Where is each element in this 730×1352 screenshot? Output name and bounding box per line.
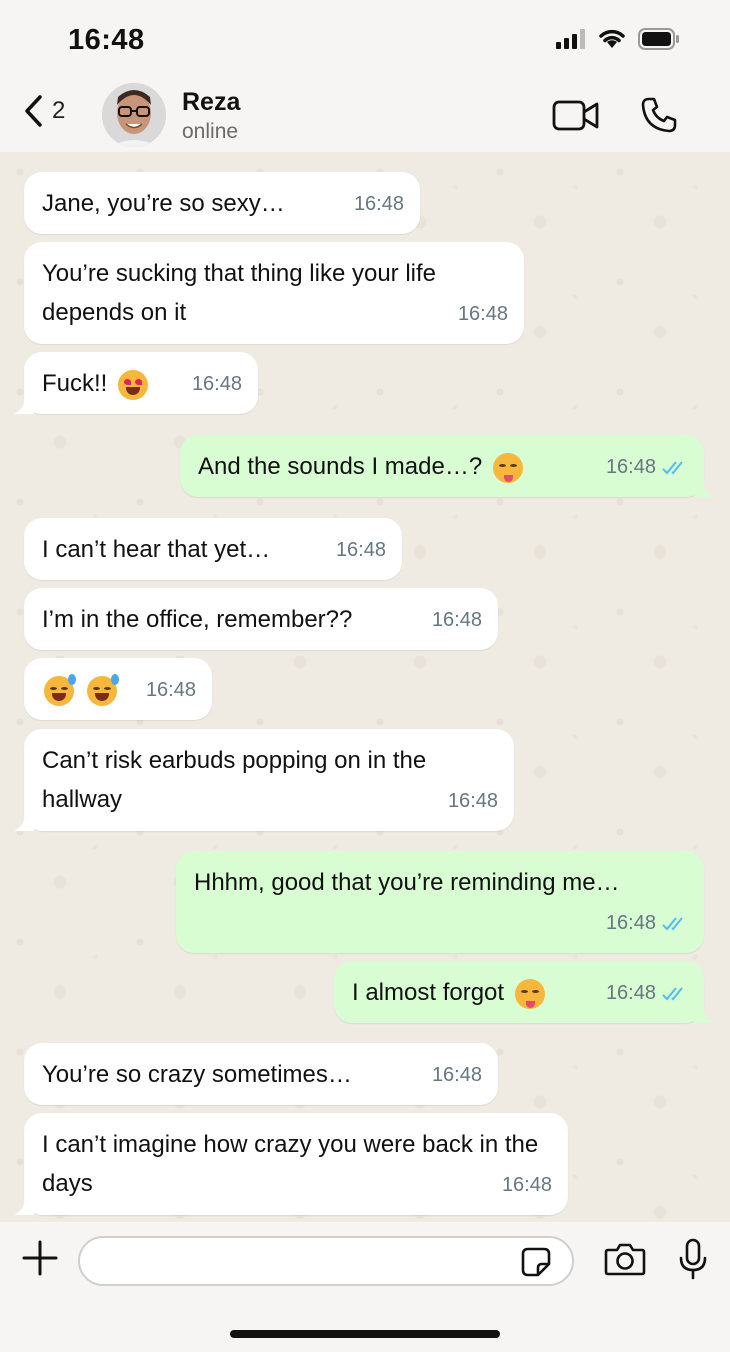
message-text: Can’t risk earbuds popping on in the hal… [42, 747, 427, 813]
bubble-tail [14, 396, 34, 414]
double-check-read-icon [662, 460, 683, 474]
back-button[interactable]: 2 [22, 94, 65, 128]
message-meta: 16:48 [432, 601, 482, 640]
message-meta: 16:48 [606, 448, 688, 487]
message-meta: 16:48 [192, 365, 242, 404]
message-bubble-incoming[interactable]: You’re sucking that thing like your life… [24, 242, 524, 344]
plus-icon [22, 1240, 58, 1276]
tongue-emoji [492, 452, 523, 483]
sweat-smile-emoji [86, 673, 119, 706]
home-indicator[interactable] [230, 1330, 500, 1338]
message-text: I almost forgot [352, 979, 505, 1006]
message-time: 16:48 [145, 679, 196, 701]
message-bubble-outgoing[interactable]: And the sounds I made…? 16:48 [180, 435, 714, 497]
double-check-read-icon [662, 986, 683, 1000]
double-check-read-icon [662, 916, 683, 930]
message-time: 16:48 [605, 456, 656, 478]
message-time: 16:48 [191, 373, 242, 395]
avatar-image [102, 83, 166, 147]
message-bubble-incoming[interactable]: I’m in the office, remember?? 16:48 [24, 588, 498, 650]
message-bubble-incoming[interactable]: Can’t risk earbuds popping on in the hal… [14, 729, 514, 831]
chat-area[interactable]: Jane, you’re so sexy… 16:48 You’re sucki… [0, 152, 730, 1222]
cellular-signal-icon [556, 29, 585, 49]
video-camera-icon [552, 100, 599, 131]
attach-button[interactable] [22, 1240, 58, 1281]
message-bubble-incoming[interactable]: Jane, you’re so sexy… 16:48 [24, 172, 420, 234]
message-bubble-incoming[interactable]: Fuck!! 16:48 [14, 352, 258, 414]
message-text: I can’t imagine how crazy you were back … [42, 1131, 539, 1197]
message-time: 16:48 [447, 790, 498, 812]
video-call-button[interactable] [552, 100, 600, 137]
message-bubble-incoming[interactable]: 16:48 [24, 658, 212, 720]
avatar[interactable] [102, 83, 166, 147]
message-text: You’re so crazy sometimes… [42, 1061, 352, 1088]
message-time: 16:48 [457, 303, 508, 325]
message-text: And the sounds I made…? [198, 453, 483, 480]
voice-call-button[interactable] [640, 96, 678, 139]
message-time: 16:48 [605, 912, 656, 934]
input-bar [0, 1222, 730, 1352]
message-meta: 16:48 [448, 782, 498, 821]
message-meta: 16:48 [606, 974, 688, 1013]
unread-count: 2 [52, 97, 66, 124]
message-meta: 16:48 [502, 1166, 552, 1205]
status-time: 16:48 [68, 24, 145, 56]
message-bubble-incoming[interactable]: You’re so crazy sometimes… 16:48 [24, 1043, 498, 1105]
battery-icon [638, 28, 679, 50]
bubble-tail [14, 1197, 34, 1215]
camera-button[interactable] [604, 1242, 646, 1281]
message-time: 16:48 [605, 982, 656, 1004]
chat-header: 2 Reza online [0, 80, 730, 152]
message-text: I’m in the office, remember?? [42, 606, 353, 633]
message-text: I can’t hear that yet… [42, 536, 271, 563]
message-meta: 16:48 [432, 1056, 482, 1095]
bubble-tail [694, 479, 714, 497]
message-time: 16:48 [431, 1064, 482, 1086]
star-struck-emoji [118, 369, 149, 400]
message-time: 16:48 [501, 1174, 552, 1196]
chevron-left-icon [25, 95, 42, 127]
camera-icon [604, 1243, 646, 1276]
message-time: 16:48 [335, 539, 386, 561]
status-icons [556, 28, 680, 50]
message-text: Fuck!! [42, 370, 108, 397]
sweat-smile-emoji [44, 673, 76, 706]
bubble-tail [14, 813, 34, 831]
sticker-icon [521, 1247, 551, 1277]
message-time: 16:48 [431, 609, 482, 631]
message-meta: 16:48 [606, 904, 688, 943]
message-meta: 16:48 [354, 185, 404, 224]
message-bubble-incoming[interactable]: I can’t imagine how crazy you were back … [14, 1113, 568, 1215]
status-bar: 16:48 [0, 0, 730, 80]
wifi-icon [599, 29, 625, 48]
message-meta: 16:48 [458, 295, 508, 334]
message-bubble-outgoing[interactable]: I almost forgot 16:48 [334, 961, 714, 1023]
contact-name[interactable]: Reza [182, 88, 240, 117]
microphone-button[interactable] [678, 1238, 708, 1285]
yum-emoji [514, 978, 545, 1009]
message-text: Jane, you’re so sexy… [42, 190, 285, 217]
message-input[interactable] [78, 1236, 574, 1286]
phone-icon [641, 97, 677, 133]
message-time: 16:48 [353, 193, 404, 215]
bubble-tail [694, 1005, 714, 1023]
message-meta: 16:48 [336, 531, 386, 570]
message-bubble-outgoing[interactable]: Hhhm, good that you’re reminding me… 16:… [176, 851, 704, 953]
message-bubble-incoming[interactable]: I can’t hear that yet… 16:48 [24, 518, 402, 580]
message-text: You’re sucking that thing like your life… [42, 260, 437, 326]
message-text: Hhhm, good that you’re reminding me… [194, 869, 620, 896]
contact-status: online [182, 120, 239, 143]
message-meta: 16:48 [146, 671, 196, 710]
microphone-icon [679, 1238, 707, 1280]
sticker-button[interactable] [520, 1246, 552, 1283]
